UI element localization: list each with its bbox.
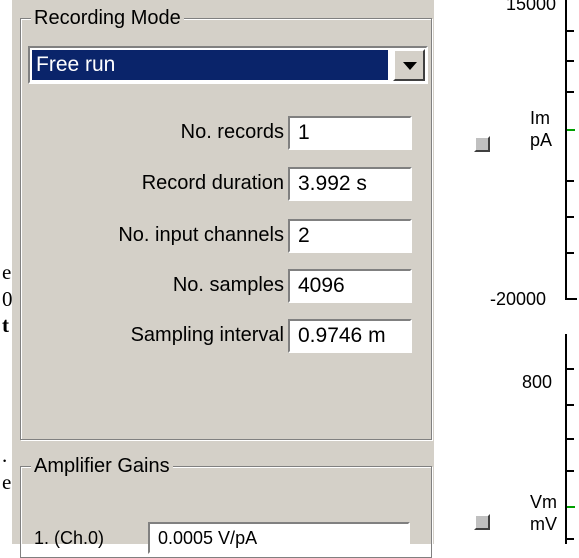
no-records-field[interactable]: 1	[288, 116, 412, 150]
axis-tick	[567, 252, 574, 254]
im-channel-unit: pA	[530, 130, 553, 150]
no-input-channels-field[interactable]: 2	[288, 219, 412, 253]
axis-tick	[567, 470, 574, 472]
no-samples-field[interactable]: 4096	[288, 269, 412, 303]
im-axis-line	[565, 0, 567, 300]
axis-tick	[567, 216, 574, 218]
no-records-label: No. records	[180, 121, 284, 143]
no-input-channels-label: No. input channels	[118, 224, 284, 246]
im-channel-checkbox[interactable]	[474, 136, 490, 152]
recording-settings-panel: Recording Mode Free run No. records 1 Re…	[12, 0, 434, 558]
doc-fragment: e	[2, 470, 12, 494]
no-samples-label: No. samples	[172, 274, 284, 296]
im-axis-min: -20000	[490, 289, 547, 309]
recording-mode-select[interactable]: Free run	[28, 46, 428, 84]
record-duration-field[interactable]: 3.992 s	[288, 167, 412, 201]
axis-tick	[567, 438, 574, 440]
axis-tick	[567, 91, 574, 93]
record-duration-label: Record duration	[141, 172, 284, 194]
dropdown-arrow-icon[interactable]	[393, 49, 425, 81]
vm-channel-checkbox[interactable]	[474, 514, 490, 530]
doc-fragment: 0	[2, 287, 12, 311]
vm-channel-name: Vm	[530, 492, 557, 512]
document-text-fragment: e 0 t . e	[0, 0, 12, 544]
recording-mode-title: Recording Mode	[31, 7, 184, 29]
axis-tick	[567, 298, 577, 300]
channel-display-area: 15000 Im pA -20000 800 Vm mV	[434, 0, 579, 544]
doc-fragment: t	[2, 313, 9, 337]
axis-tick	[567, 404, 574, 406]
axis-tick	[567, 60, 574, 62]
vm-zero-marker	[567, 506, 575, 508]
axis-tick	[567, 30, 574, 32]
amplifier-gain-field[interactable]: 0.0005 V/pA	[148, 522, 410, 554]
im-axis-max: 15000	[506, 0, 557, 14]
sampling-interval-field[interactable]: 0.9746 m	[288, 319, 412, 353]
axis-tick	[567, 538, 574, 540]
axis-tick	[567, 180, 574, 182]
axis-tick	[567, 368, 574, 370]
vm-axis-max: 800	[522, 372, 553, 392]
doc-fragment: e	[2, 260, 12, 284]
vm-channel-unit: mV	[530, 514, 557, 534]
amplifier-gains-title: Amplifier Gains	[31, 455, 173, 477]
amplifier-channel-label: 1. (Ch.0)	[34, 528, 105, 548]
doc-fragment: .	[2, 443, 8, 467]
im-zero-marker	[567, 129, 575, 131]
sampling-interval-label: Sampling interval	[130, 324, 284, 346]
recording-mode-value: Free run	[32, 50, 388, 80]
im-channel-name: Im	[530, 108, 550, 128]
